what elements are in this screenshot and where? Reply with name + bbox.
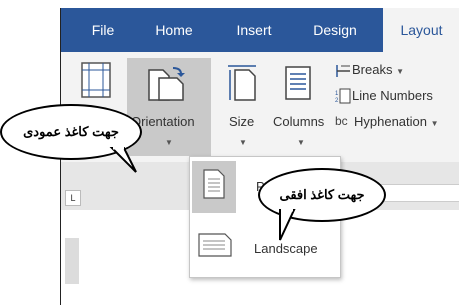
callout-landscape-tail: [279, 208, 296, 241]
hyphenation-icon: bc: [335, 114, 348, 128]
orientation-button[interactable]: Orientation ▼: [127, 58, 211, 156]
ribbon-tab-bar: File Home Insert Design Layout: [61, 8, 459, 52]
columns-label[interactable]: Columns: [273, 114, 324, 129]
landscape-option[interactable]: Landscape: [190, 219, 340, 273]
chevron-down-icon: ▼: [430, 119, 439, 128]
line-numbers-label: Line Numbers: [352, 88, 433, 103]
breaks-label: Breaks: [352, 62, 393, 77]
tab-selector[interactable]: L: [65, 190, 81, 206]
svg-text:1: 1: [335, 91, 339, 97]
size-label[interactable]: Size: [229, 114, 254, 129]
line-numbers-button[interactable]: Line Numbers: [352, 88, 433, 103]
line-numbers-icon: 1 2: [335, 88, 351, 104]
landscape-label: Landscape: [254, 241, 318, 256]
hyphenation-label: Hyphenation: [354, 114, 427, 129]
svg-text:2: 2: [335, 98, 339, 104]
tab-design[interactable]: Design: [307, 8, 363, 52]
columns-icon[interactable]: [285, 66, 311, 100]
chevron-down-icon: ▼: [165, 138, 173, 147]
margins-icon[interactable]: [81, 62, 111, 98]
chevron-down-icon: ▼: [396, 67, 405, 76]
tab-home[interactable]: Home: [149, 8, 199, 52]
hyphenation-button[interactable]: Hyphenation ▼: [354, 114, 439, 129]
portrait-icon: [203, 169, 225, 199]
breaks-button[interactable]: Breaks ▼: [352, 62, 404, 77]
breaks-icon: [336, 65, 350, 77]
tab-layout[interactable]: Layout: [383, 8, 459, 52]
chevron-down-icon: ▼: [239, 138, 247, 147]
tab-file[interactable]: File: [83, 8, 123, 52]
callout-portrait-tail: [109, 146, 137, 173]
tab-insert[interactable]: Insert: [229, 8, 279, 52]
chevron-down-icon: ▼: [297, 138, 305, 147]
orientation-icon: [148, 67, 185, 101]
vertical-ruler: [65, 238, 79, 284]
size-icon[interactable]: [227, 64, 257, 102]
landscape-icon: [198, 233, 232, 257]
